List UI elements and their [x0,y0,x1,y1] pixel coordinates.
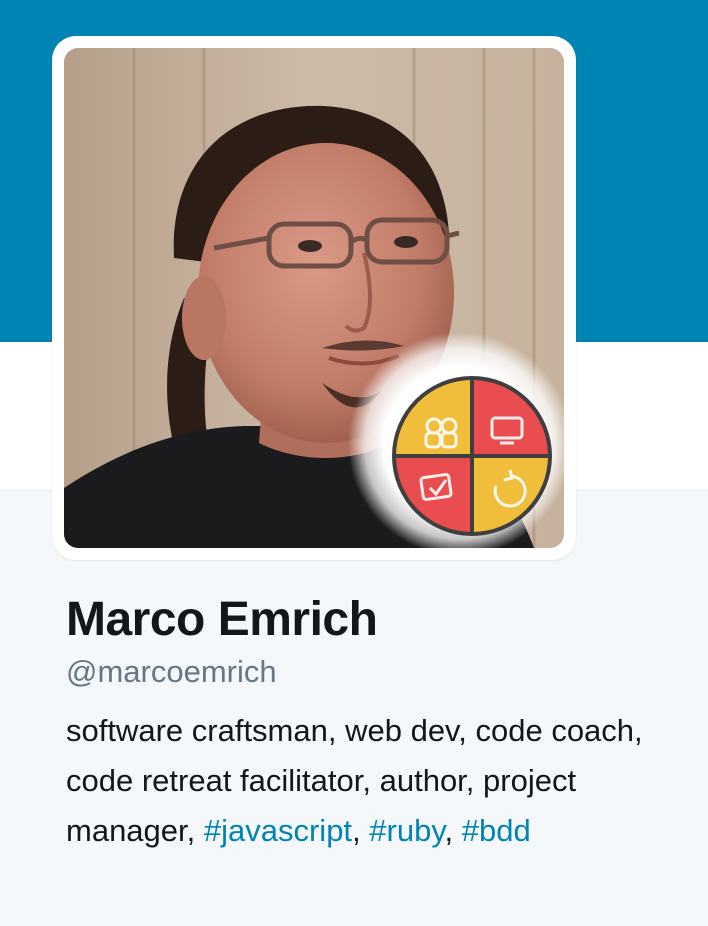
avatar[interactable] [64,48,564,548]
avatar-frame[interactable] [52,36,576,560]
profile-name[interactable]: Marco Emrich [66,590,676,650]
hashtag-bdd[interactable]: #bdd [462,813,531,848]
profile-bio: software craftsman, web dev, code coach,… [66,706,676,856]
hashtag-javascript[interactable]: #javascript [204,813,352,848]
hashtag-ruby[interactable]: #ruby [369,813,444,848]
bio-separator: , [352,813,370,848]
code-retreat-badge-icon [392,376,552,536]
bio-separator: , [444,813,462,848]
profile-handle[interactable]: @marcoemrich [66,652,676,692]
profile-card: Marco Emrich @marcoemrich software craft… [66,590,676,856]
